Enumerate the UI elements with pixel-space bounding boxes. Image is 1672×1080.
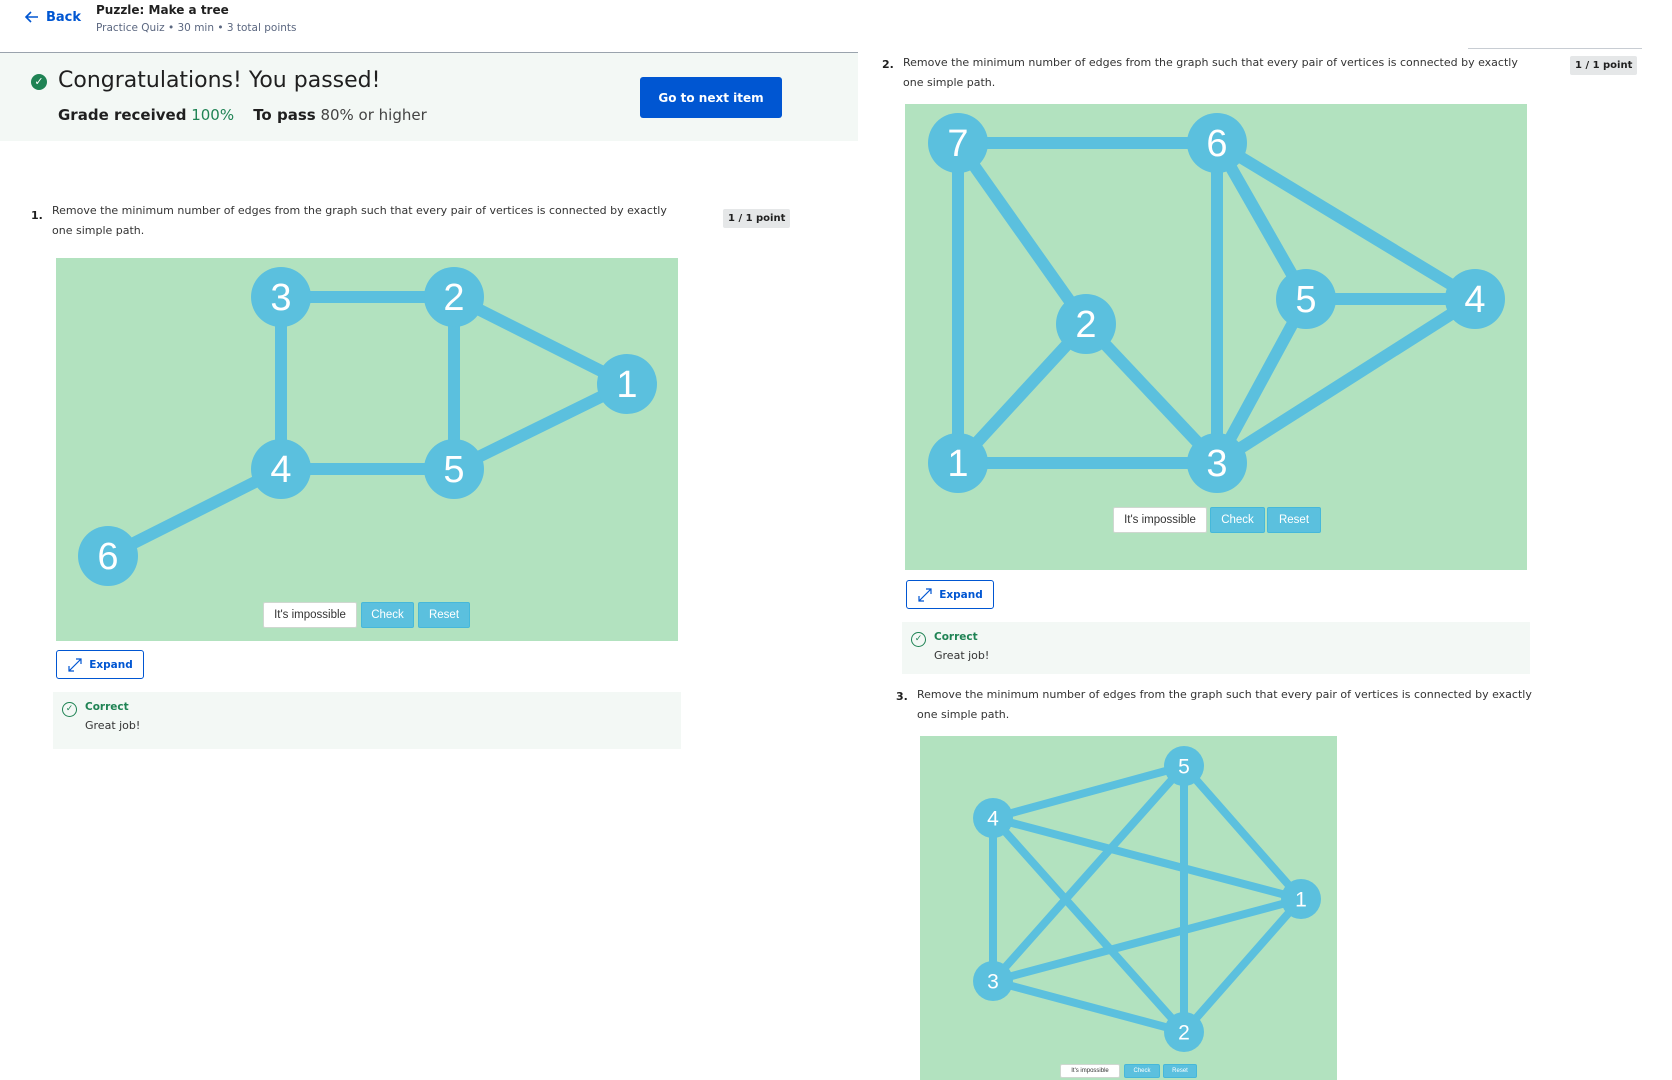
go-to-next-item-button[interactable]: Go to next item <box>640 77 782 118</box>
check-circle-outline-icon: ✓ <box>911 632 926 647</box>
vertex-label: 1 <box>616 364 637 406</box>
pass-title: Congratulations! You passed! <box>58 68 381 93</box>
graph-vertex-3[interactable]: 3 <box>1187 433 1247 493</box>
vertex-label: 3 <box>270 277 291 319</box>
vertex-label: 3 <box>1206 443 1227 485</box>
graph-edge-2-3[interactable] <box>991 977 1186 1036</box>
question-text: Remove the minimum number of edges from … <box>903 56 1518 89</box>
check-button[interactable]: Check <box>1210 507 1265 533</box>
check-button[interactable]: Check <box>1124 1064 1160 1078</box>
quiz-title: Puzzle: Make a tree <box>96 3 229 17</box>
feedback-text: Great job! <box>934 649 990 662</box>
graph-vertex-2[interactable]: 2 <box>1056 294 1116 354</box>
vertex-label: 4 <box>1464 279 1485 321</box>
question-number: 2. <box>882 58 894 71</box>
graph-edge-1-5[interactable] <box>1180 763 1305 902</box>
graph-svg[interactable]: 1 2 3 4 5 6 7 <box>905 104 1527 570</box>
graph-vertex-5[interactable]: 5 <box>1164 746 1204 786</box>
expand-button[interactable]: Expand <box>906 580 994 609</box>
graph-vertex-2[interactable]: 2 <box>1164 1012 1204 1052</box>
graph-vertex-3[interactable]: 3 <box>973 961 1013 1001</box>
vertex-label: 5 <box>1178 756 1190 779</box>
question-text: Remove the minimum number of edges from … <box>917 688 1532 721</box>
reset-button[interactable]: Reset <box>1163 1064 1197 1078</box>
graph-svg[interactable]: 1 2 3 4 5 <box>920 736 1337 1080</box>
graph-vertex-6[interactable]: 6 <box>1187 113 1247 173</box>
its-impossible-button[interactable]: It's impossible <box>263 602 357 628</box>
graph-vertex-4[interactable]: 4 <box>251 439 311 499</box>
graph-vertex-3[interactable]: 3 <box>251 267 311 327</box>
vertex-label: 1 <box>1295 889 1307 912</box>
vertex-label: 2 <box>1075 304 1096 346</box>
graph-canvas[interactable]: 1 2 3 4 5 It's impossible Check Reset <box>920 736 1337 1080</box>
pass-label: To pass <box>253 106 316 124</box>
points-badge: 1 / 1 point <box>723 209 791 228</box>
back-link[interactable]: Back <box>24 9 81 25</box>
expand-arrows-icon <box>918 587 932 602</box>
graph-vertex-4[interactable]: 4 <box>973 798 1013 838</box>
check-circle-icon: ✓ <box>31 74 47 90</box>
graph-vertex-1[interactable]: 1 <box>928 433 988 493</box>
vertex-label: 3 <box>987 971 999 994</box>
points-badge: 1 / 1 point <box>1570 56 1638 75</box>
vertex-label: 4 <box>987 808 999 831</box>
grade-value: 100% <box>191 106 235 124</box>
check-button[interactable]: Check <box>361 602 414 628</box>
vertex-label: 5 <box>443 449 464 491</box>
vertex-label: 2 <box>443 277 464 319</box>
right-divider <box>1468 48 1642 49</box>
back-label: Back <box>46 9 82 25</box>
graph-vertex-5[interactable]: 5 <box>1276 269 1336 329</box>
graph-edge-1-3[interactable] <box>991 895 1303 985</box>
graph-edge-2-4[interactable] <box>990 815 1187 1035</box>
question-text: Remove the minimum number of edges from … <box>52 204 667 237</box>
graph-vertex-1[interactable]: 1 <box>1281 879 1321 919</box>
graph-svg[interactable]: 1 2 3 4 5 6 <box>56 258 678 641</box>
reset-button[interactable]: Reset <box>1267 507 1321 533</box>
graph-vertex-6[interactable]: 6 <box>78 526 138 586</box>
graph-vertex-2[interactable]: 2 <box>424 267 484 327</box>
feedback-title: Correct <box>934 631 978 643</box>
graph-vertex-4[interactable]: 4 <box>1445 269 1505 329</box>
vertex-label: 5 <box>1295 279 1316 321</box>
feedback-box: ✓ Correct Great job! <box>902 622 1530 674</box>
expand-button[interactable]: Expand <box>56 650 144 679</box>
check-circle-outline-icon: ✓ <box>62 702 77 717</box>
reset-button[interactable]: Reset <box>418 602 470 628</box>
vertex-label: 6 <box>97 536 118 578</box>
graph-edge-7-2[interactable] <box>953 139 1091 328</box>
feedback-box: ✓ Correct Great job! <box>53 692 681 749</box>
graph-edge-3-5[interactable] <box>990 763 1187 984</box>
graph-vertex-1[interactable]: 1 <box>597 354 657 414</box>
vertex-label: 7 <box>947 123 968 165</box>
expand-arrows-icon <box>68 657 82 672</box>
grade-label: Grade received <box>58 106 187 124</box>
graph-canvas[interactable]: 1 2 3 4 5 6 7 It's impossible Check Reset <box>905 104 1527 570</box>
vertex-label: 2 <box>1178 1022 1190 1045</box>
its-impossible-button[interactable]: It's impossible <box>1060 1064 1120 1078</box>
expand-label: Expand <box>939 588 983 601</box>
pass-value: 80% or higher <box>320 106 427 124</box>
question-number: 3. <box>896 690 908 703</box>
expand-label: Expand <box>89 658 133 671</box>
question-number: 1. <box>31 209 43 222</box>
vertex-label: 1 <box>947 443 968 485</box>
graph-canvas[interactable]: 1 2 3 4 5 6 It's impossible Check Reset <box>56 258 678 641</box>
graph-vertex-7[interactable]: 7 <box>928 113 988 173</box>
vertex-label: 4 <box>270 449 291 491</box>
graph-vertex-5[interactable]: 5 <box>424 439 484 499</box>
vertex-label: 6 <box>1206 123 1227 165</box>
graph-edge-4-5[interactable] <box>991 762 1186 822</box>
graph-edge-1-4[interactable] <box>991 814 1303 903</box>
grade-line: Grade received 100% To pass 80% or highe… <box>58 106 427 124</box>
feedback-text: Great job! <box>85 719 141 732</box>
arrow-left-icon <box>24 11 38 23</box>
its-impossible-button[interactable]: It's impossible <box>1113 507 1207 533</box>
feedback-title: Correct <box>85 701 129 713</box>
graph-edge-1-2[interactable] <box>1180 896 1305 1035</box>
quiz-meta: Practice Quiz • 30 min • 3 total points <box>96 22 297 34</box>
